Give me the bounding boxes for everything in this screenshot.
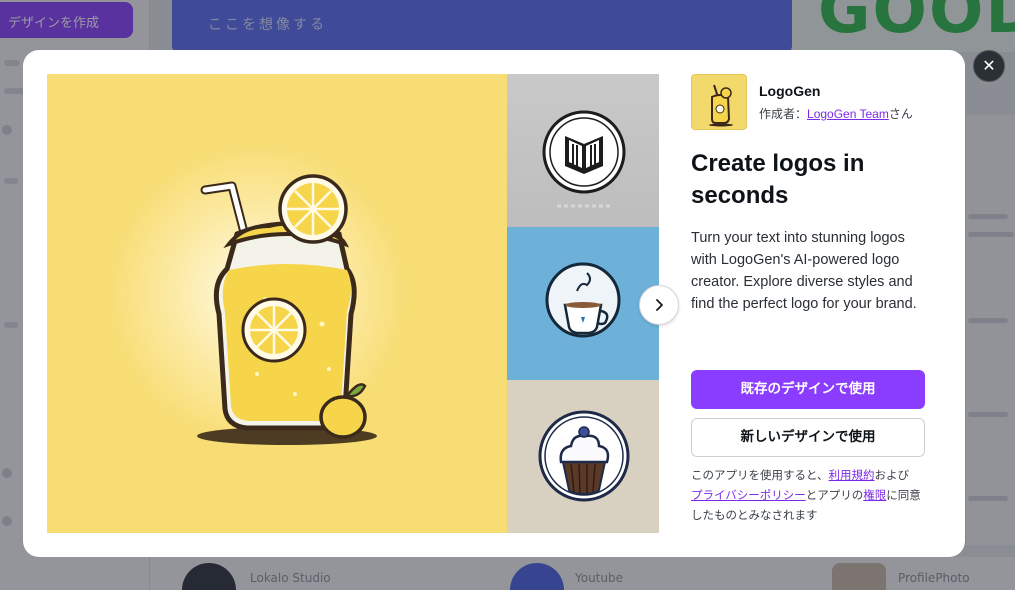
close-icon: ✕: [982, 56, 996, 75]
terms-text: このアプリを使用すると、: [691, 468, 829, 482]
gallery-next-button[interactable]: [639, 285, 679, 325]
close-button[interactable]: ✕: [973, 50, 1005, 82]
lemonade-illustration: [107, 144, 407, 445]
lemonade-app-icon: [692, 75, 746, 129]
use-in-existing-design-button[interactable]: 既存のデザインで使用: [691, 370, 925, 409]
permissions-link[interactable]: 権限: [863, 488, 886, 502]
terms-of-use-link[interactable]: 利用規約: [829, 468, 875, 482]
app-icon: [691, 74, 747, 130]
app-description: Turn your text into stunning logos with …: [691, 230, 917, 312]
app-name: LogoGen: [759, 83, 821, 99]
hero-image: [47, 74, 507, 533]
cupcake-logo: [538, 410, 630, 502]
use-in-new-design-button[interactable]: 新しいデザインで使用: [691, 418, 925, 457]
app-author: 作成者：LogoGen Teamさん: [759, 105, 913, 122]
terms-notice: このアプリを使用すると、利用規約および プライバシーポリシーとアプリの権限に同意し…: [691, 465, 927, 525]
author-prefix: 作成者：: [759, 107, 808, 121]
terms-text: とアプリの: [805, 488, 864, 502]
app-detail-modal: LogoGen 作成者：LogoGen Teamさん Create logos …: [23, 50, 965, 557]
privacy-policy-link[interactable]: プライバシーポリシー: [691, 488, 806, 502]
author-suffix: さん: [888, 107, 913, 121]
gallery-thumbnail[interactable]: [507, 380, 659, 533]
app-headline: Create logos in seconds: [691, 150, 865, 209]
terms-text: および: [874, 468, 910, 482]
gallery-thumbnail[interactable]: [507, 227, 659, 380]
book-logo: [542, 110, 626, 208]
chevron-right-icon: [656, 299, 663, 311]
gallery-thumbnail[interactable]: [507, 74, 659, 227]
coffee-cup-logo: [545, 262, 621, 338]
author-link[interactable]: LogoGen Team: [807, 107, 889, 121]
